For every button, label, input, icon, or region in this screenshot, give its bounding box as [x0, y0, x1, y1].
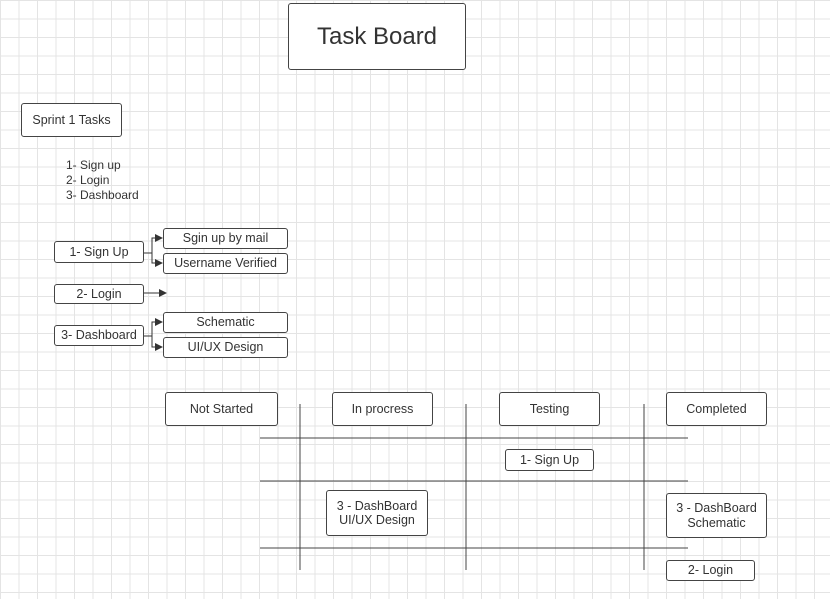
dashboard-subtask-schematic[interactable]: Schematic	[163, 312, 288, 333]
signup-task-box[interactable]: 1- Sign Up	[54, 241, 144, 263]
card-completed-dashboard[interactable]: 3 - DashBoard Schematic	[666, 493, 767, 538]
task-list-item: 2- Login	[66, 173, 110, 187]
dashboard-subtask-uiux[interactable]: UI/UX Design	[163, 337, 288, 358]
card-line: 3 - DashBoard	[336, 498, 418, 513]
connector-signup-mail	[144, 234, 163, 254]
signup-subtask-verified[interactable]: Username Verified	[163, 253, 288, 274]
task-list-item: 3- Dashboard	[66, 188, 139, 202]
column-header-testing[interactable]: Testing	[499, 392, 600, 426]
board-title[interactable]: Task Board	[288, 3, 466, 70]
task-list: 1- Sign up 2- Login 3- Dashboard	[66, 158, 139, 203]
column-header-completed[interactable]: Completed	[666, 392, 767, 426]
column-header-not-started[interactable]: Not Started	[165, 392, 278, 426]
login-task-box[interactable]: 2- Login	[54, 284, 144, 304]
card-line: 3 - DashBoard	[676, 501, 757, 516]
task-list-item: 1- Sign up	[66, 158, 121, 172]
card-completed-login[interactable]: 2- Login	[666, 560, 755, 581]
card-line: UI/UX Design	[339, 513, 415, 527]
dashboard-task-box[interactable]: 3- Dashboard	[54, 325, 144, 346]
column-header-in-process[interactable]: In procress	[332, 392, 433, 426]
sprint-label[interactable]: Sprint 1 Tasks	[21, 103, 122, 137]
connector-signup-verified	[151, 253, 163, 267]
connector-dashboard-schematic	[144, 318, 163, 337]
connector-dashboard-uiux	[151, 336, 163, 351]
card-line: Schematic	[687, 515, 746, 530]
card-inprocess-dashboard[interactable]: 3 - DashBoard UI/UX Design	[326, 490, 428, 536]
card-testing-signup[interactable]: 1- Sign Up	[505, 449, 594, 471]
signup-subtask-mail[interactable]: Sgin up by mail	[163, 228, 288, 249]
